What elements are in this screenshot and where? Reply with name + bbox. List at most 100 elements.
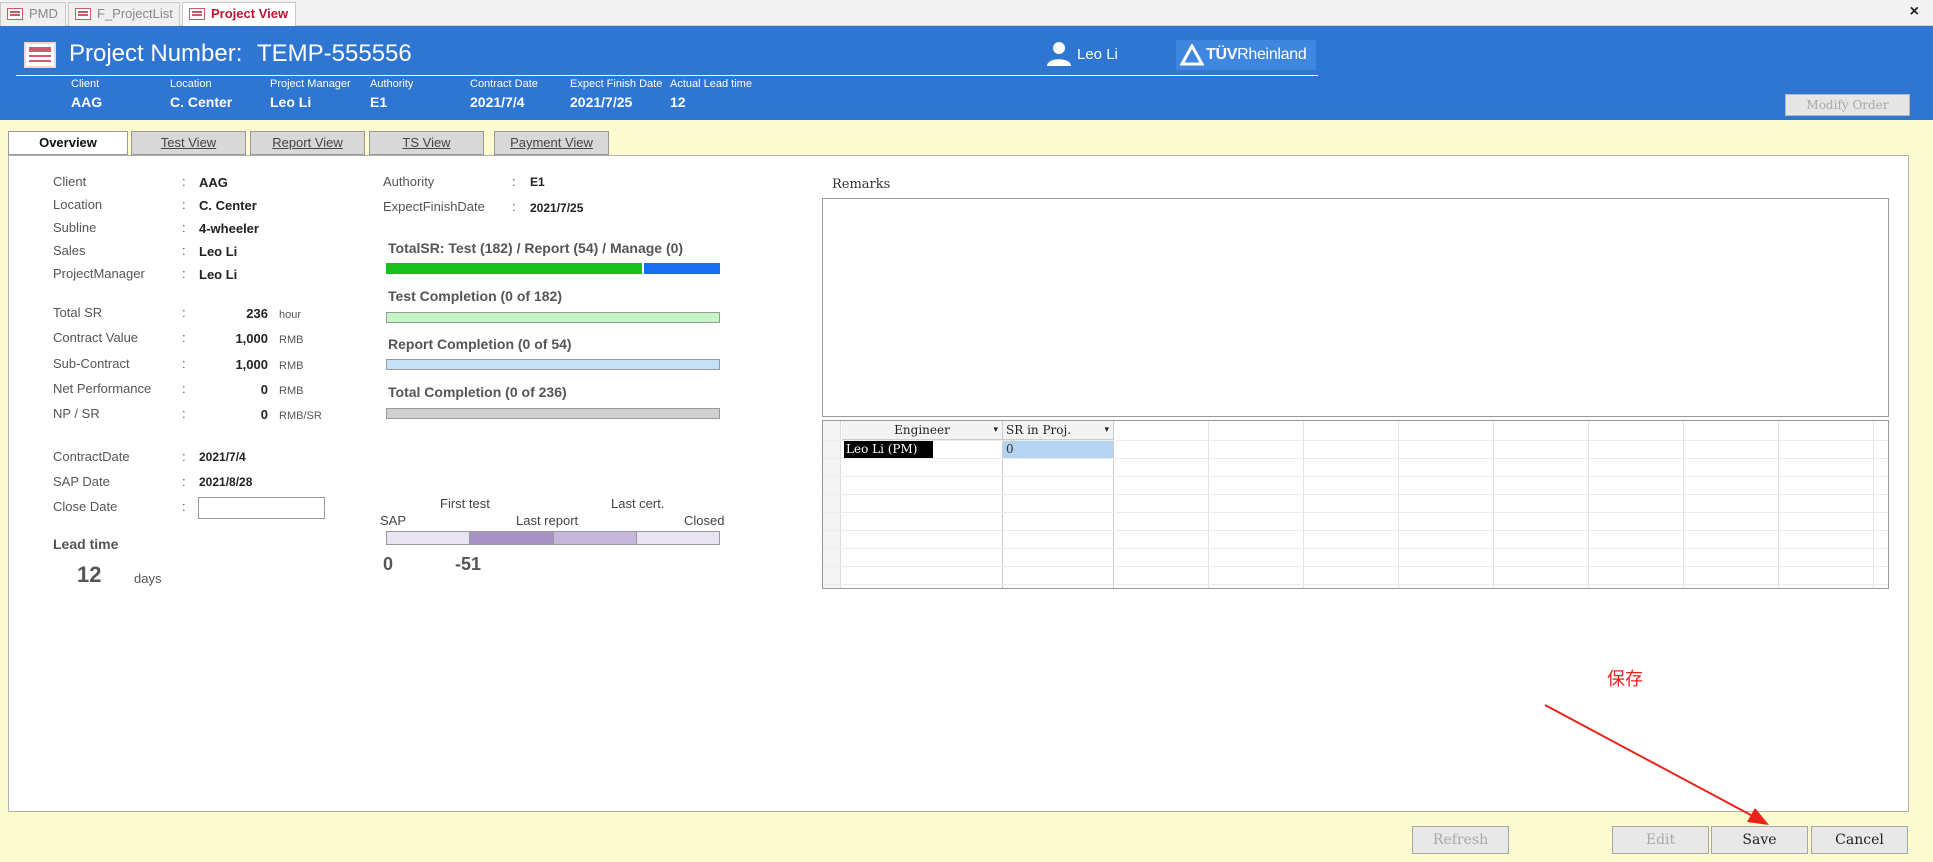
- refresh-button[interactable]: Refresh: [1412, 826, 1509, 854]
- header-authority: Authority E1: [370, 78, 414, 110]
- total-sr-value: 236: [246, 306, 268, 321]
- contract-value-label: Contract Value: [53, 330, 139, 345]
- timeline-value-b: -51: [455, 554, 482, 574]
- doc-tab-pmd[interactable]: PMD: [0, 2, 66, 26]
- np-sr-unit: RMB/SR: [279, 410, 322, 422]
- doc-tab-label: Project View: [211, 6, 289, 21]
- total-sr-unit: hour: [279, 309, 302, 321]
- total-sr-breakdown-title: TotalSR: Test (182) / Report (54) / Mana…: [388, 240, 684, 256]
- project-header: Project Number: TEMP-555556 Leo Li TÜVRh…: [0, 26, 1933, 120]
- project-number-label: Project Number:: [69, 40, 243, 67]
- sales-value: Leo Li: [199, 244, 238, 259]
- close-date-label: Close Date: [53, 499, 118, 514]
- tab-ts-view[interactable]: TS View: [369, 131, 484, 155]
- close-date-input[interactable]: [198, 497, 325, 519]
- doc-tab-projectlist[interactable]: F_ProjectList: [68, 2, 180, 26]
- close-icon[interactable]: ×: [1910, 3, 1919, 21]
- first-test-label: First test: [440, 496, 490, 511]
- remarks-textbox[interactable]: [822, 198, 1889, 417]
- doc-tab-project-view[interactable]: Project View: [182, 2, 296, 27]
- annotation-label: 保存: [1607, 669, 1643, 689]
- total-sr-label: Total SR: [53, 305, 103, 320]
- sap-label: SAP: [380, 513, 407, 528]
- test-completion-bar: [386, 312, 720, 323]
- expect-finish-date-label: ExpectFinishDate: [383, 199, 485, 214]
- sub-contract-label: Sub-Contract: [53, 356, 130, 371]
- project-manager-value: Leo Li: [199, 267, 238, 282]
- timeline-value-a: 0: [383, 554, 394, 574]
- test-completion-title: Test Completion (0 of 182): [388, 288, 562, 304]
- timeline-segment-closed: [637, 532, 719, 544]
- save-button[interactable]: Save: [1711, 826, 1808, 854]
- tuv-rheinland-logo: TÜVRheinland: [1176, 40, 1316, 70]
- chevron-down-icon[interactable]: ▾: [1104, 421, 1109, 439]
- last-cert-label: Last cert.: [611, 496, 665, 511]
- doc-tab-label: F_ProjectList: [97, 6, 173, 21]
- contract-date-value: 2021/7/4: [199, 450, 246, 464]
- engineer-cell[interactable]: Leo Li (PM): [844, 441, 933, 458]
- net-performance-value: 0: [260, 382, 268, 397]
- sap-date-value: 2021/8/28: [199, 475, 253, 489]
- tab-overview[interactable]: Overview: [8, 131, 128, 155]
- timeline-segment-sap: [387, 532, 470, 544]
- header-project-manager: Project Manager Leo Li: [270, 78, 351, 110]
- lead-time-value: 12: [77, 562, 102, 587]
- lead-time-label: Lead time: [53, 536, 119, 552]
- timeline-bar: [386, 531, 720, 545]
- location-value: C. Center: [199, 198, 257, 213]
- edit-button[interactable]: Edit: [1612, 826, 1709, 854]
- header-expect-finish-date: Expect Finish Date 2021/7/25: [570, 78, 663, 110]
- form-icon: [75, 8, 91, 20]
- report-completion-title: Report Completion (0 of 54): [388, 336, 572, 352]
- sr-cell[interactable]: 0: [1003, 441, 1113, 458]
- chevron-down-icon[interactable]: ▾: [993, 421, 998, 439]
- modify-order-button[interactable]: Modify Order: [1785, 94, 1910, 116]
- client-value: AAG: [199, 175, 228, 190]
- client-label: Client: [53, 174, 87, 189]
- sr-column-header[interactable]: SR in Proj. ▾: [1003, 421, 1113, 440]
- header-client: Client AAG: [71, 78, 103, 110]
- contract-date-label: ContractDate: [53, 449, 130, 464]
- sub-contract-value: 1,000: [235, 357, 268, 372]
- sub-contract-unit: RMB: [279, 360, 304, 372]
- contract-value-value: 1,000: [235, 331, 268, 346]
- timeline-segment-test: [470, 532, 554, 544]
- engineer-column-header[interactable]: Engineer ▾: [842, 421, 1002, 440]
- project-number: TEMP-555556: [257, 40, 412, 67]
- user-icon: [1047, 42, 1071, 66]
- authority-value: E1: [530, 175, 545, 189]
- timeline-segment-report: [554, 532, 637, 544]
- user-name: Leo Li: [1077, 46, 1118, 63]
- header-location: Location C. Center: [170, 78, 233, 110]
- tab-payment-view[interactable]: Payment View: [494, 131, 609, 155]
- contract-value-unit: RMB: [279, 334, 304, 346]
- project-manager-label: ProjectManager: [53, 266, 145, 281]
- test-share-fill: [386, 263, 642, 274]
- report-completion-bar: [386, 359, 720, 370]
- header-contract-date: Contract Date 2021/7/4: [470, 78, 538, 110]
- tab-report-view[interactable]: Report View: [250, 131, 365, 155]
- cancel-button[interactable]: Cancel: [1811, 826, 1908, 854]
- subline-label: Subline: [53, 220, 97, 235]
- document-tab-bar: PMD F_ProjectList Project View ×: [0, 0, 1933, 27]
- sales-label: Sales: [53, 243, 86, 258]
- last-report-label: Last report: [516, 513, 579, 528]
- remarks-label: Remarks: [832, 177, 891, 192]
- tab-test-view[interactable]: Test View: [131, 131, 246, 155]
- lead-time-unit: days: [134, 571, 162, 586]
- np-sr-value: 0: [260, 407, 268, 422]
- authority-label: Authority: [383, 174, 435, 189]
- annotation-arrow-icon: [1544, 704, 1769, 825]
- header-actual-lead-time: Actual Lead time 12: [670, 78, 752, 110]
- sap-date-label: SAP Date: [53, 474, 110, 489]
- total-sr-breakdown-bar: [386, 263, 720, 274]
- closed-label: Closed: [684, 513, 725, 528]
- subline-value: 4-wheeler: [199, 221, 259, 236]
- net-performance-label: Net Performance: [53, 381, 152, 396]
- total-completion-bar: [386, 408, 720, 419]
- record-selector-column[interactable]: [823, 421, 841, 588]
- triangle-logo-icon: [1180, 44, 1204, 66]
- np-sr-label: NP / SR: [53, 406, 100, 421]
- net-performance-unit: RMB: [279, 385, 304, 397]
- doc-tab-label: PMD: [29, 6, 58, 21]
